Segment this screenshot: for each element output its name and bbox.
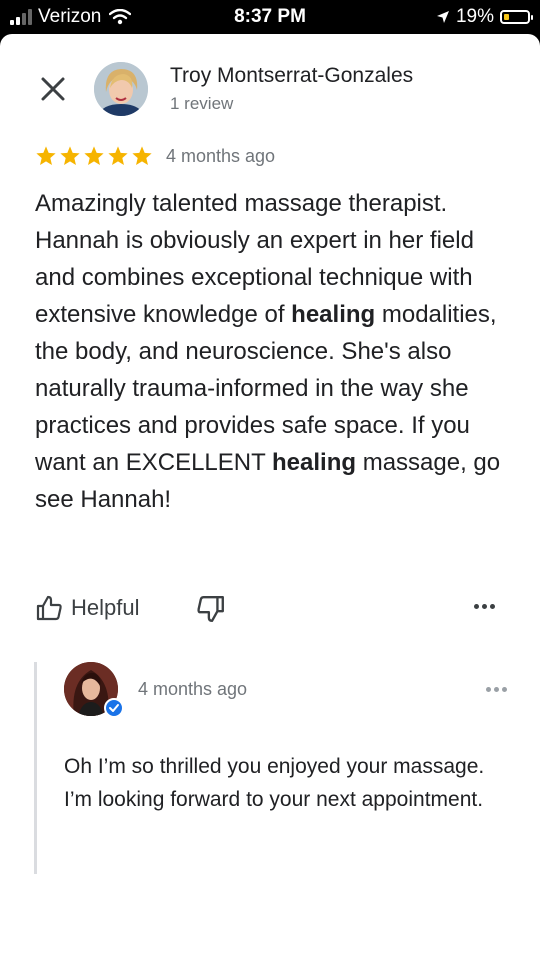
review-date: 4 months ago [166, 146, 276, 166]
star-icon [108, 146, 128, 165]
thumbs-down-icon[interactable] [196, 594, 226, 624]
status-right: 19% [436, 6, 533, 28]
reply-text: Oh I’m so thrilled you enjoyed your mass… [64, 755, 485, 811]
highlighted-keyword: healing [272, 449, 357, 476]
star-icon [132, 146, 152, 165]
star-icon [36, 146, 56, 165]
star-rating [35, 145, 153, 167]
highlighted-keyword: healing [291, 301, 376, 328]
review-sheet: Troy Montserrat-Gonzales 1 review 4 mont… [0, 34, 540, 960]
review-text: Amazingly talented massage therapist. Ha… [35, 185, 505, 518]
battery-percent: 19% [455, 6, 494, 27]
review-more-options-icon[interactable] [474, 604, 495, 609]
star-icon [60, 146, 80, 165]
helpful-button[interactable]: Helpful [35, 594, 139, 622]
helpful-label: Helpful [71, 595, 140, 620]
battery-icon [500, 10, 533, 24]
reply-date: 4 months ago [138, 679, 248, 699]
reply-divider [34, 662, 37, 874]
verified-badge-icon [104, 698, 124, 718]
reviewer-name[interactable]: Troy Montserrat-Gonzales [170, 64, 413, 88]
status-bar: Verizon 8:37 PM 19% [0, 0, 540, 34]
close-icon[interactable] [38, 74, 68, 104]
reviewer-review-count: 1 review [170, 94, 234, 113]
reply-more-options-icon[interactable] [486, 687, 507, 692]
location-arrow-icon [436, 11, 449, 23]
reviewer-avatar[interactable] [94, 62, 148, 116]
thumbs-up-icon [36, 595, 62, 621]
star-icon [84, 146, 104, 165]
